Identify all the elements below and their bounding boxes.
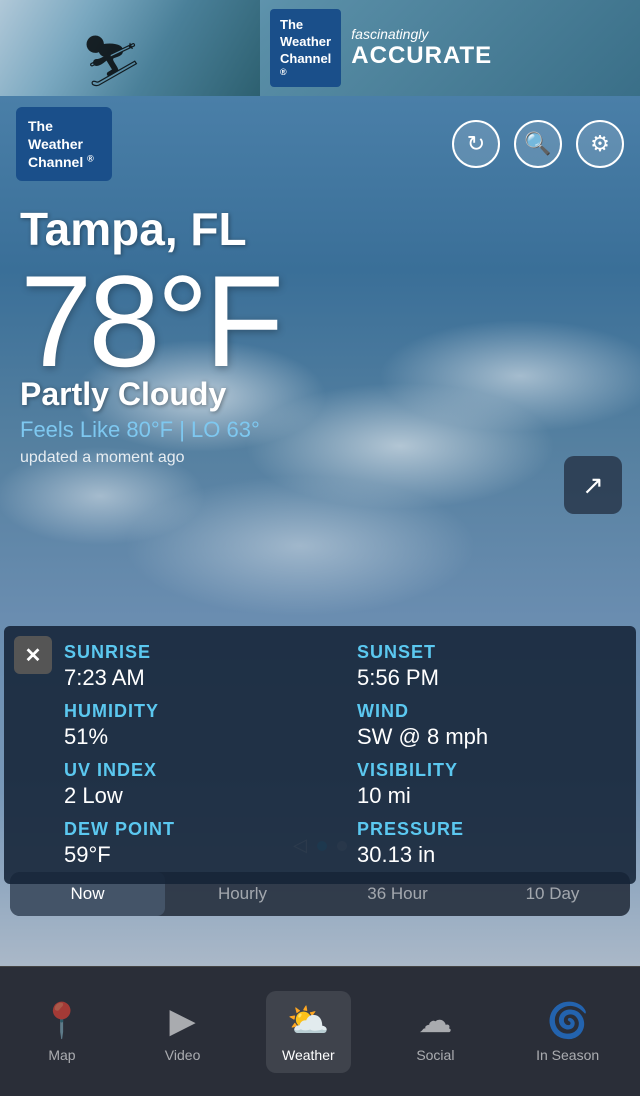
detail-item: UV INDEX 2 Low [64,760,327,809]
detail-item: WIND SW @ 8 mph [357,701,620,750]
details-grid: SUNRISE 7:23 AM SUNSET 5:56 PM HUMIDITY … [64,642,620,868]
nav-label-map: Map [48,1047,75,1063]
nav-label-weather: Weather [282,1047,335,1063]
detail-label: SUNSET [357,642,620,663]
detail-label: WIND [357,701,620,722]
detail-value: 7:23 AM [64,665,327,691]
ad-banner[interactable]: The Weather Channel ® fascinatingly ACCU… [0,0,640,96]
nav-icon-in season: 🌀 [546,1001,588,1041]
detail-value: 59°F [64,842,327,868]
nav-label-video: Video [165,1047,201,1063]
settings-button[interactable]: ⚙ [576,120,624,168]
condition-area: Partly Cloudy Feels Like 80°F | LO 63° u… [0,376,640,467]
header-icons: ↻ 🔍 ⚙ [452,120,624,168]
detail-item: VISIBILITY 10 mi [357,760,620,809]
settings-icon: ⚙ [590,131,610,157]
close-button[interactable]: ✕ [14,636,52,674]
nav-item-social[interactable]: ☁ Social [400,991,470,1073]
detail-value: 5:56 PM [357,665,620,691]
detail-value: 10 mi [357,783,620,809]
nav-item-map[interactable]: 📍 Map [25,991,99,1073]
ad-tagline: fascinatingly ACCURATE [351,26,492,70]
nav-icon-weather: ⛅ [287,1001,329,1041]
detail-item: SUNRISE 7:23 AM [64,642,327,691]
search-button[interactable]: 🔍 [514,120,562,168]
detail-label: HUMIDITY [64,701,327,722]
search-icon: 🔍 [524,131,551,157]
detail-value: 2 Low [64,783,327,809]
weather-main: The Weather Channel ® ↻ 🔍 ⚙ Tampa, FL 78… [0,96,640,966]
share-button[interactable]: ↗ [564,456,622,514]
nav-icon-video: ▶ [170,1001,196,1041]
refresh-icon: ↻ [467,131,485,157]
twc-logo: The Weather Channel ® [16,107,112,182]
location-area: Tampa, FL 78°F [0,192,640,386]
close-icon: ✕ [25,643,42,668]
nav-label-in season: In Season [536,1047,599,1063]
detail-value: 51% [64,724,327,750]
bottom-nav: 📍 Map ▶ Video ⛅ Weather ☁ Social 🌀 In Se… [0,966,640,1096]
header-row: The Weather Channel ® ↻ 🔍 ⚙ [0,96,640,192]
detail-item: PRESSURE 30.13 in [357,819,620,868]
detail-value: SW @ 8 mph [357,724,620,750]
temperature-display: 78°F [20,256,620,386]
nav-icon-map: 📍 [41,1001,83,1041]
updated-text: updated a moment ago [20,449,620,467]
detail-item: HUMIDITY 51% [64,701,327,750]
nav-icon-social: ☁ [418,1001,452,1041]
nav-item-video[interactable]: ▶ Video [149,991,217,1073]
detail-item: DEW POINT 59°F [64,819,327,868]
nav-label-social: Social [416,1047,454,1063]
ad-logo: The Weather Channel ® [270,9,341,87]
ad-right: The Weather Channel ® fascinatingly ACCU… [260,9,640,87]
nav-item-weather[interactable]: ⛅ Weather [266,991,351,1073]
detail-value: 30.13 in [357,842,620,868]
share-icon: ↗ [582,470,604,501]
nav-item-in-season[interactable]: 🌀 In Season [520,991,615,1073]
detail-item: SUNSET 5:56 PM [357,642,620,691]
detail-label: VISIBILITY [357,760,620,781]
detail-label: DEW POINT [64,819,327,840]
ad-image [0,0,260,96]
details-panel: ✕ SUNRISE 7:23 AM SUNSET 5:56 PM HUMIDIT… [4,626,636,884]
detail-label: UV INDEX [64,760,327,781]
detail-label: PRESSURE [357,819,620,840]
condition-text: Partly Cloudy [20,376,620,413]
feels-like: Feels Like 80°F | LO 63° [20,417,620,443]
refresh-button[interactable]: ↻ [452,120,500,168]
detail-label: SUNRISE [64,642,327,663]
